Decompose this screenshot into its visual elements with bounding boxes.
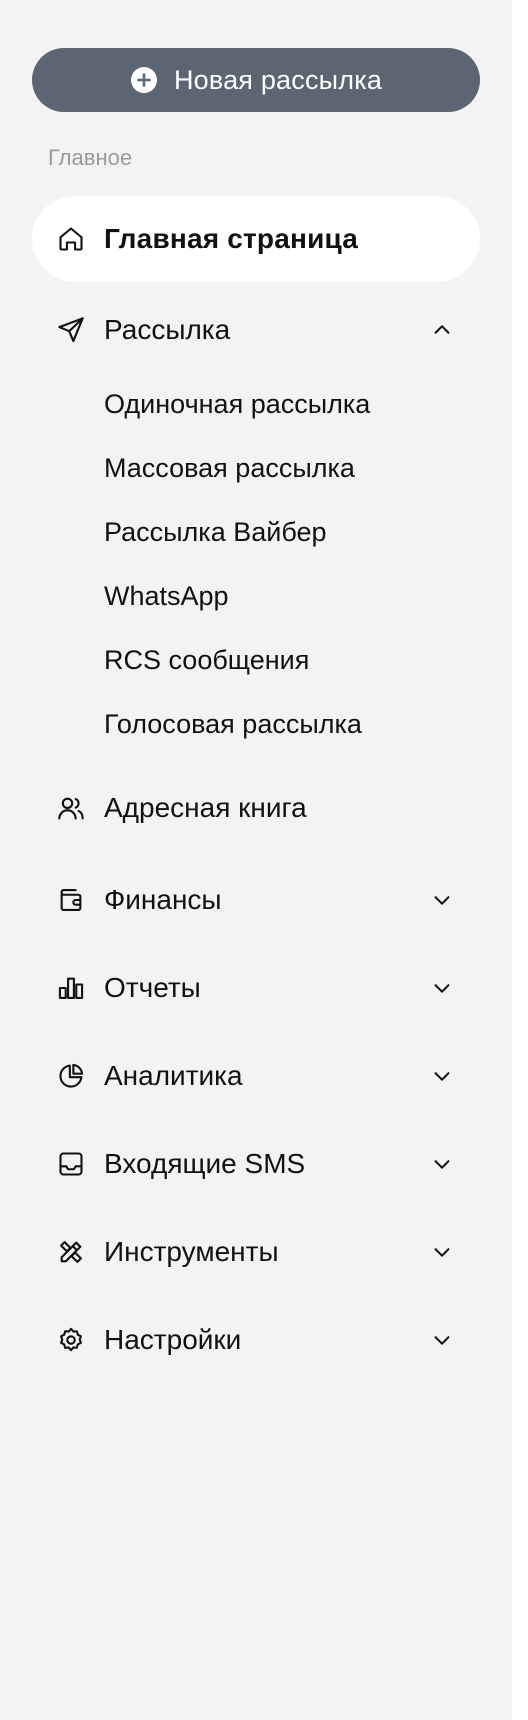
nav-item-settings[interactable]: Настройки xyxy=(32,1297,480,1383)
chevron-down-icon[interactable] xyxy=(430,1240,454,1264)
chevron-down-icon[interactable] xyxy=(430,888,454,912)
nav-item-incoming-sms-label: Входящие SMS xyxy=(104,1148,306,1179)
chevron-down-icon[interactable] xyxy=(430,1328,454,1352)
nav-item-finance-label: Финансы xyxy=(104,884,222,915)
nav-item-analytics-label: Аналитика xyxy=(104,1060,243,1091)
new-mailing-label: Новая рассылка xyxy=(173,64,383,95)
nav-item-reports-label: Отчеты xyxy=(104,972,201,1003)
users-icon xyxy=(56,793,86,823)
tools-icon xyxy=(56,1237,86,1267)
submenu-item-voice-mailing[interactable]: Голосовая рассылка xyxy=(104,702,362,746)
pie-chart-icon xyxy=(56,1061,86,1091)
plus-circle-icon xyxy=(130,66,158,94)
nav-item-address-book[interactable]: Адресная книга xyxy=(32,765,480,851)
chevron-up-icon[interactable] xyxy=(430,318,454,342)
submenu-item-single-mailing[interactable]: Одиночная рассылка xyxy=(104,382,370,426)
section-label-main: Главное xyxy=(48,145,133,170)
nav-item-tools[interactable]: Инструменты xyxy=(32,1209,480,1295)
nav-item-analytics[interactable]: Аналитика xyxy=(32,1033,480,1119)
nav-item-finance[interactable]: Финансы xyxy=(32,857,480,943)
chevron-down-icon[interactable] xyxy=(430,976,454,1000)
nav-item-mailing[interactable]: Рассылка xyxy=(32,287,480,373)
submenu-item-rcs[interactable]: RCS сообщения xyxy=(104,638,309,682)
sidebar: Новая рассылка Главное Главная страница … xyxy=(0,0,512,1720)
nav-item-reports[interactable]: Отчеты xyxy=(32,945,480,1031)
nav-item-address-book-label: Адресная книга xyxy=(104,792,307,823)
inbox-icon xyxy=(56,1149,86,1179)
submenu-item-whatsapp[interactable]: WhatsApp xyxy=(104,574,229,618)
bar-chart-icon xyxy=(56,973,86,1003)
wallet-icon xyxy=(56,885,86,915)
home-icon xyxy=(56,224,86,254)
send-icon xyxy=(56,315,86,345)
nav-item-home-label: Главная страница xyxy=(104,223,359,254)
chevron-down-icon[interactable] xyxy=(430,1064,454,1088)
submenu-item-mass-mailing[interactable]: Массовая рассылка xyxy=(104,446,355,490)
chevron-down-icon[interactable] xyxy=(430,1152,454,1176)
nav-item-settings-label: Настройки xyxy=(104,1324,242,1355)
new-mailing-button[interactable]: Новая рассылка xyxy=(32,48,480,112)
nav-item-mailing-label: Рассылка xyxy=(104,314,231,345)
nav-item-home[interactable]: Главная страница xyxy=(32,196,480,282)
nav-item-tools-label: Инструменты xyxy=(104,1236,279,1267)
gear-icon xyxy=(56,1325,86,1355)
submenu-item-viber-mailing[interactable]: Рассылка Вайбер xyxy=(104,510,327,554)
nav-item-incoming-sms[interactable]: Входящие SMS xyxy=(32,1121,480,1207)
